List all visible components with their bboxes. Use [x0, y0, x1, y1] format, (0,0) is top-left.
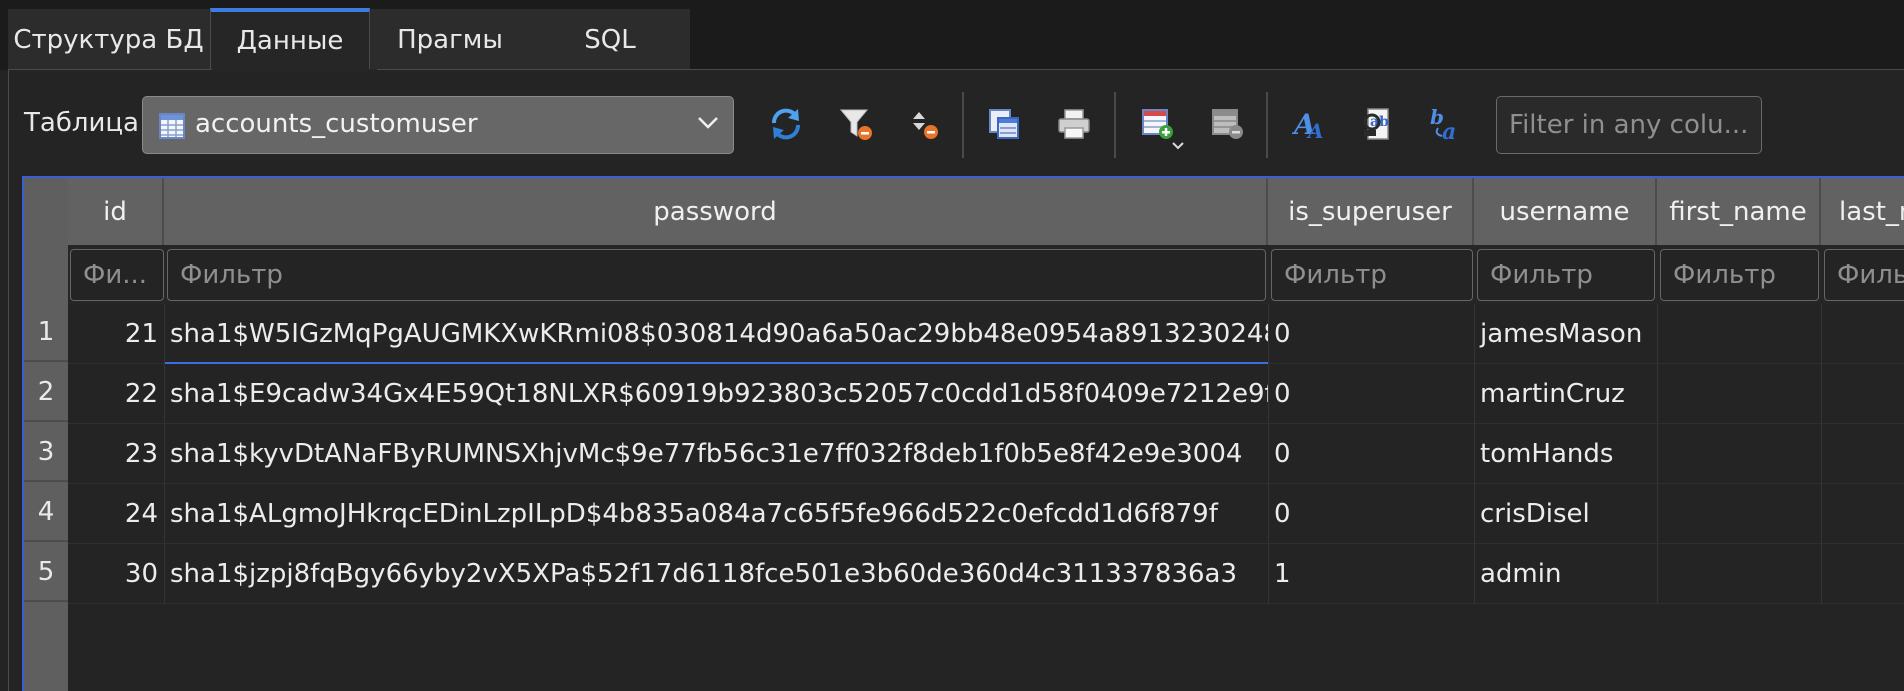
toolbar-separator [962, 92, 964, 158]
table-select[interactable]: accounts_customuser [142, 96, 734, 154]
cell-username[interactable]: tomHands [1474, 424, 1657, 484]
filter-input-id[interactable] [70, 249, 164, 301]
cell-last-name[interactable] [1821, 484, 1904, 544]
cell-id[interactable]: 24 [68, 484, 164, 544]
cell-first-name[interactable] [1657, 364, 1821, 424]
table-select-value: accounts_customuser [195, 109, 478, 139]
cell-username[interactable]: jamesMason [1474, 304, 1657, 364]
row-header[interactable]: 4 [24, 484, 68, 542]
filter-input-username[interactable] [1477, 249, 1655, 301]
font-icon[interactable]: A A [1292, 106, 1328, 142]
cell-last-name[interactable] [1821, 304, 1904, 364]
column-header-id[interactable]: id [68, 178, 164, 245]
chevron-down-icon [698, 117, 718, 129]
global-filter-input[interactable] [1496, 96, 1762, 154]
column-header-last-name[interactable]: last_n [1821, 178, 1904, 245]
toolbar-separator [1266, 92, 1268, 158]
delete-record-icon[interactable] [1210, 106, 1246, 142]
cell-first-name[interactable] [1657, 484, 1821, 544]
cell-id[interactable]: 22 [68, 364, 164, 424]
cell-first-name[interactable] [1657, 424, 1821, 484]
refresh-icon[interactable] [768, 106, 804, 142]
column-header-password[interactable]: password [164, 178, 1268, 245]
cell-id[interactable]: 23 [68, 424, 164, 484]
cell-password[interactable]: sha1$ALgmoJHkrqcEDinLzpILpD$4b835a084a7c… [164, 484, 1268, 544]
cell-password[interactable]: sha1$kyvDtANaFByRUMNSXhjvMc$9e77fb56c31e… [164, 424, 1268, 484]
grid-corner[interactable] [24, 178, 68, 304]
find-icon[interactable]: ab [1360, 106, 1396, 142]
filter-input-is-superuser[interactable] [1271, 249, 1473, 301]
tab-data[interactable]: Данные [210, 8, 370, 70]
column-header-is-superuser[interactable]: is_superuser [1268, 178, 1474, 245]
cell-username[interactable]: crisDisel [1474, 484, 1657, 544]
filter-input-password[interactable] [167, 249, 1266, 301]
cell-password[interactable]: sha1$W5IGzMqPgAUGMKXwKRmi08$030814d90a6a… [164, 304, 1268, 364]
clear-filters-icon[interactable] [838, 106, 874, 142]
find-replace-icon[interactable]: b a [1428, 106, 1464, 142]
cell-id[interactable]: 30 [68, 544, 164, 604]
cell-is-superuser[interactable]: 0 [1268, 484, 1474, 544]
save-table-icon[interactable] [986, 106, 1022, 142]
insert-record-icon[interactable] [1140, 106, 1176, 142]
tab-pragmas[interactable]: Прагмы [370, 9, 530, 70]
filter-input-last-name[interactable] [1824, 249, 1904, 301]
cell-is-superuser[interactable]: 0 [1268, 364, 1474, 424]
cell-last-name[interactable] [1821, 544, 1904, 604]
cell-last-name[interactable] [1821, 424, 1904, 484]
svg-text:A: A [1306, 119, 1324, 142]
row-header[interactable]: 1 [24, 304, 68, 362]
cell-is-superuser[interactable]: 0 [1268, 304, 1474, 364]
print-icon[interactable] [1056, 106, 1092, 142]
cell-username[interactable]: martinCruz [1474, 364, 1657, 424]
cell-username[interactable]: admin [1474, 544, 1657, 604]
row-header[interactable]: 5 [24, 544, 68, 602]
cell-id[interactable]: 21 [68, 304, 164, 364]
cell-first-name[interactable] [1657, 304, 1821, 364]
data-grid: id password is_superuser username first_… [22, 176, 1904, 691]
cell-password[interactable]: sha1$E9cadw34Gx4E59Qt18NLXR$60919b923803… [164, 364, 1268, 424]
cell-password[interactable]: sha1$jzpj8fqBgy66yby2vX5XPa$52f17d6118fc… [164, 544, 1268, 604]
filter-input-first-name[interactable] [1660, 249, 1819, 301]
cell-is-superuser[interactable]: 0 [1268, 424, 1474, 484]
column-header-first-name[interactable]: first_name [1657, 178, 1821, 245]
svg-text:a: a [1442, 119, 1456, 142]
clear-sorting-icon[interactable] [906, 106, 942, 142]
table-label: Таблица: [24, 108, 148, 138]
cell-is-superuser[interactable]: 1 [1268, 544, 1474, 604]
tab-db-structure[interactable]: Структура БД [8, 9, 209, 70]
row-header[interactable]: 3 [24, 424, 68, 482]
tab-sql[interactable]: SQL [530, 9, 690, 70]
column-header-username[interactable]: username [1474, 178, 1657, 245]
chevron-down-icon[interactable] [1172, 142, 1184, 150]
cell-first-name[interactable] [1657, 544, 1821, 604]
toolbar-separator [1114, 92, 1116, 158]
cell-last-name[interactable] [1821, 364, 1904, 424]
table-icon [159, 113, 185, 139]
row-header[interactable]: 2 [24, 364, 68, 422]
tab-bar: Структура БД Данные Прагмы SQL [0, 0, 1904, 70]
